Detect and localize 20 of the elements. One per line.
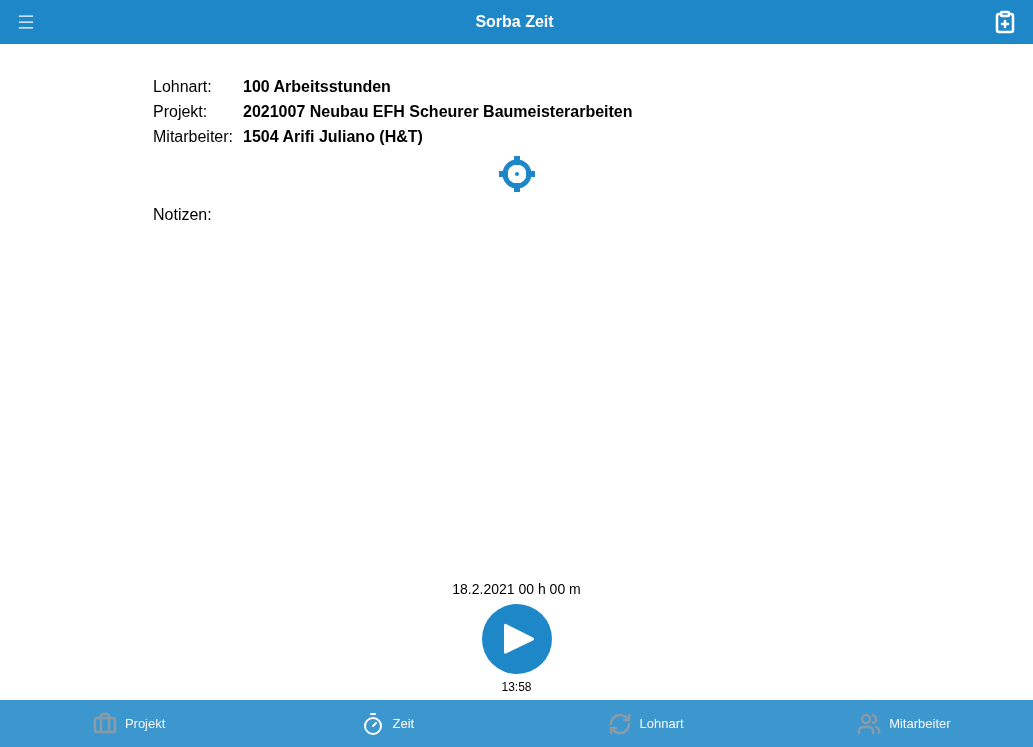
field-label: Mitarbeiter:	[153, 126, 235, 147]
field-label: Projekt:	[153, 101, 209, 122]
tab[interactable]: Lohnart	[516, 700, 775, 747]
field-value: 100 Arbeitsstunden	[243, 76, 391, 97]
field-value: 1504 Arifi Juliano (H&T)	[243, 126, 423, 147]
clock-time: 13:58	[501, 679, 532, 696]
play-icon	[502, 621, 536, 657]
app-title: Sorba Zeit	[475, 12, 554, 32]
field-label: Lohnart:	[153, 76, 213, 97]
notes-label: Notizen:	[153, 205, 213, 225]
field-value: 2021007 Neubau EFH Scheurer Baumeisterarbeiten	[243, 101, 633, 122]
people-icon	[857, 711, 882, 736]
refresh-icon	[607, 711, 632, 736]
date-duration: 18.2.2021 00 h 00 m	[452, 580, 581, 599]
tab[interactable]: Mitarbeiter	[774, 700, 1033, 747]
briefcase-icon	[92, 711, 117, 736]
tab[interactable]: Projekt	[0, 700, 259, 747]
tab[interactable]: Zeit	[258, 700, 517, 747]
clipboard-add-icon[interactable]	[993, 10, 1017, 34]
crosshair-icon[interactable]	[497, 155, 536, 193]
